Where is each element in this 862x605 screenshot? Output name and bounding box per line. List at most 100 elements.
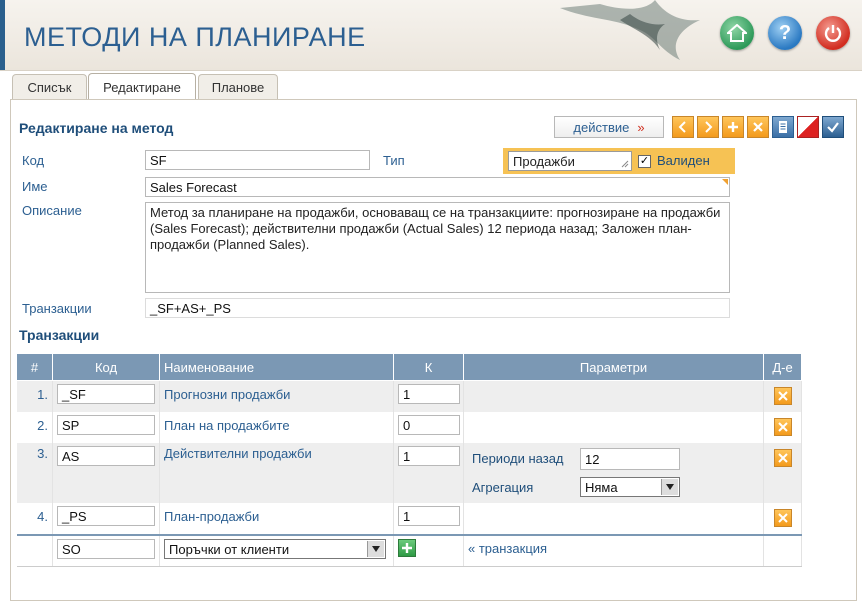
row-num: 2. [16, 412, 53, 443]
tab-edit[interactable]: Редактиране [88, 73, 196, 100]
col-header-delete: Д-е [763, 353, 802, 381]
new-transaction-value: Поръчки от клиенти [169, 541, 290, 557]
row-params: Периоди назад 12 Агрегация Няма [463, 443, 764, 503]
action-button[interactable]: действие » [554, 116, 664, 138]
row-params [463, 412, 764, 443]
aggregation-label: Агрегация [472, 480, 534, 495]
close-icon [777, 453, 788, 463]
col-header-name: Наименование [159, 353, 394, 381]
row-num: 4. [16, 503, 53, 536]
section-title-edit: Редактиране на метод [19, 120, 174, 136]
power-icon [824, 25, 842, 42]
plus-icon [728, 122, 738, 132]
table-row: 1. _SF Прогнозни продажби 1 [16, 380, 802, 412]
new-transaction-select[interactable]: Поръчки от клиенти [164, 539, 386, 559]
row-k-input[interactable]: 1 [398, 506, 460, 526]
prev-button[interactable] [672, 116, 694, 138]
row-delete-button[interactable] [773, 449, 792, 467]
chevron-down-icon [661, 479, 678, 495]
row-name-link[interactable]: Действителни продажби [159, 443, 394, 503]
name-input[interactable]: Sales Forecast [145, 177, 730, 197]
action-arrow: » [637, 119, 645, 135]
power-button[interactable] [816, 16, 850, 50]
type-select[interactable]: Продажби [508, 151, 632, 171]
home-button[interactable] [720, 16, 754, 50]
trans-label: Транзакции [22, 301, 92, 316]
desc-label: Описание [22, 203, 82, 218]
transactions-table: # Код Наименование К Параметри Д-е 1. _S… [16, 353, 802, 567]
col-header-k: К [393, 353, 464, 381]
row-num: 1. [16, 380, 53, 412]
close-icon [777, 513, 788, 523]
row-delete-button[interactable] [773, 418, 792, 436]
code-input[interactable]: SF [145, 150, 370, 170]
close-icon [753, 122, 763, 132]
section-title-transactions: Транзакции [19, 327, 100, 343]
row-k-input[interactable]: 1 [398, 446, 460, 466]
action-label: действие [573, 119, 630, 135]
next-button[interactable] [697, 116, 719, 138]
aggregation-value: Няма [585, 479, 618, 495]
check-icon [827, 122, 839, 133]
aggregation-select[interactable]: Няма [580, 477, 680, 497]
delete-button[interactable] [747, 116, 769, 138]
table-row: 4. _PS План-продажби 1 [16, 503, 802, 536]
header-accent-bar [0, 0, 5, 70]
tab-plans[interactable]: Планове [198, 74, 278, 99]
row-delete-button[interactable] [773, 509, 792, 527]
row-name-link[interactable]: План на продажбите [159, 412, 394, 443]
row-params [463, 503, 764, 536]
print-button[interactable] [772, 116, 794, 138]
resize-grip-icon [621, 160, 629, 168]
row-delete-button[interactable] [773, 387, 792, 405]
close-icon [777, 422, 788, 432]
home-icon [727, 24, 747, 42]
chevron-down-icon [367, 541, 384, 557]
clear-button[interactable] [797, 116, 819, 138]
name-value: Sales Forecast [150, 179, 237, 195]
clear-icon [801, 120, 815, 134]
name-label: Име [22, 179, 48, 194]
code-label: Код [22, 153, 45, 168]
periods-label: Периоди назад [472, 451, 564, 466]
app-header: МЕТОДИ НА ПЛАНИРАНЕ ? [0, 0, 862, 71]
new-code-input[interactable]: SO [57, 539, 155, 559]
help-icon: ? [778, 21, 792, 44]
periods-input[interactable]: 12 [580, 448, 680, 470]
table-row: 2. SP План на продажбите 0 [16, 412, 802, 443]
print-icon [779, 121, 787, 133]
col-header-code: Код [52, 353, 160, 381]
col-header-num: # [16, 353, 53, 381]
page-title: МЕТОДИ НА ПЛАНИРАНЕ [24, 22, 366, 52]
add-button[interactable] [722, 116, 744, 138]
arrow-left-icon [678, 121, 686, 133]
col-header-params: Параметри [463, 353, 764, 381]
valid-label: Валиден [657, 153, 710, 168]
add-transaction-button[interactable] [398, 539, 416, 557]
plus-icon [402, 543, 412, 553]
tab-list[interactable]: Списък [12, 74, 87, 99]
row-num: 3. [16, 443, 53, 503]
valid-checkbox[interactable]: ✓ [638, 155, 651, 168]
close-icon [777, 391, 788, 401]
row-name-link[interactable]: Прогнозни продажби [159, 380, 394, 412]
desc-textarea[interactable]: Метод за планиране на продажби, основава… [145, 202, 730, 293]
trans-formula: _SF+AS+_PS [145, 298, 730, 318]
row-k-input[interactable]: 1 [398, 384, 460, 404]
row-code-input[interactable]: SP [57, 415, 155, 435]
row-k-input[interactable]: 0 [398, 415, 460, 435]
row-code-input[interactable]: _PS [57, 506, 155, 526]
table-row: 3. AS Действителни продажби 1 Периоди на… [16, 443, 802, 503]
add-transaction-link[interactable]: « транзакция [463, 535, 764, 567]
type-label: Тип [383, 153, 405, 168]
type-value: Продажби [513, 153, 575, 169]
new-transaction-row: SO Поръчки от клиенти « транзакция [16, 535, 802, 567]
row-params [463, 380, 764, 412]
row-code-input[interactable]: _SF [57, 384, 155, 404]
arrow-right-icon [705, 121, 713, 133]
translate-marker-icon [722, 179, 728, 185]
row-code-input[interactable]: AS [57, 446, 155, 466]
help-button[interactable]: ? [768, 16, 802, 50]
save-button[interactable] [822, 116, 844, 138]
row-name-link[interactable]: План-продажби [159, 503, 394, 536]
